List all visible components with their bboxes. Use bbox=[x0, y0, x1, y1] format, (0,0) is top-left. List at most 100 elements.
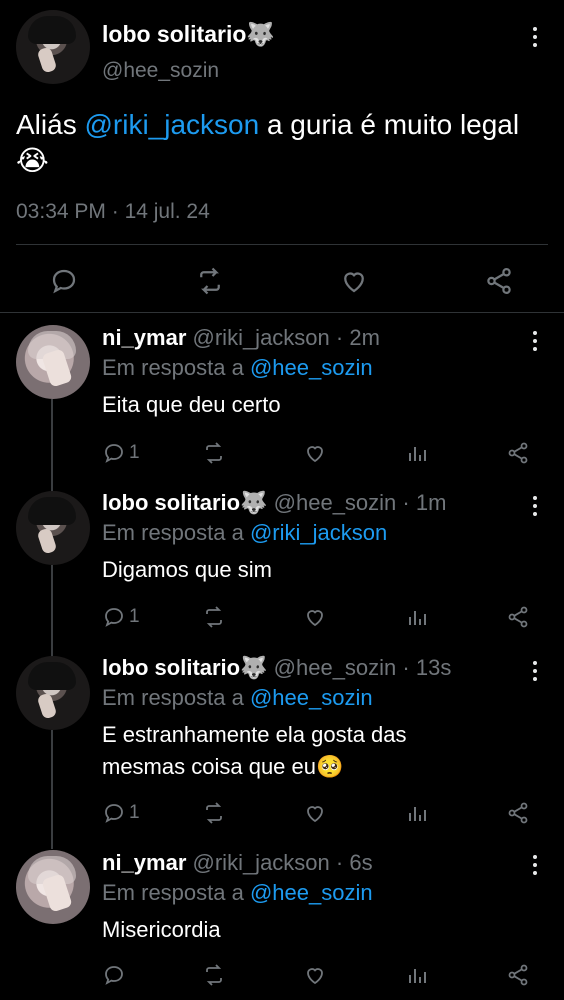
more-options-icon[interactable] bbox=[532, 331, 538, 351]
author-name[interactable]: lobo solitario🐺 bbox=[102, 21, 275, 48]
heart-icon[interactable] bbox=[339, 266, 369, 296]
comment-icon[interactable] bbox=[102, 441, 126, 465]
reply-prefix: Em resposta a bbox=[102, 685, 244, 710]
comment-icon[interactable] bbox=[102, 605, 126, 629]
comment-icon[interactable] bbox=[102, 801, 126, 825]
reply-count: 1 bbox=[129, 606, 140, 627]
retweet-icon[interactable] bbox=[202, 801, 226, 825]
analytics-icon[interactable] bbox=[405, 963, 429, 987]
reply-action-bar bbox=[102, 961, 542, 991]
thread-line bbox=[51, 730, 53, 849]
reply-action-bar: 1 bbox=[102, 799, 542, 829]
thread-line bbox=[51, 565, 53, 657]
reply-to-link[interactable]: @hee_sozin bbox=[250, 880, 373, 905]
reply-prefix: Em resposta a bbox=[102, 355, 244, 380]
comment-icon[interactable] bbox=[102, 963, 126, 987]
reply-avatar[interactable] bbox=[16, 491, 90, 565]
more-options-icon[interactable] bbox=[532, 27, 538, 47]
retweet-icon[interactable] bbox=[194, 266, 226, 296]
reply-author-handle[interactable]: @riki_jackson bbox=[193, 850, 330, 875]
analytics-icon[interactable] bbox=[405, 441, 429, 465]
reply-header: lobo solitario🐺 @hee_sozin · 13s bbox=[102, 655, 451, 681]
reply-author-handle[interactable]: @riki_jackson bbox=[193, 325, 330, 350]
heart-icon[interactable] bbox=[303, 441, 327, 465]
wolf-emoji-icon: 🐺 bbox=[246, 21, 276, 47]
reply-action-bar: 1 bbox=[102, 439, 542, 469]
reply-time: 2m bbox=[349, 325, 380, 350]
avatar-hand-shape bbox=[36, 527, 58, 555]
author-avatar[interactable] bbox=[16, 10, 90, 84]
mention-link[interactable]: @riki_jackson bbox=[84, 109, 259, 140]
share-icon[interactable] bbox=[506, 801, 530, 825]
share-icon[interactable] bbox=[506, 605, 530, 629]
reply-prefix: Em resposta a bbox=[102, 880, 244, 905]
reply-count: 1 bbox=[129, 442, 140, 463]
reply-avatar[interactable] bbox=[16, 656, 90, 730]
more-options-icon[interactable] bbox=[532, 661, 538, 681]
reply-action-bar: 1 bbox=[102, 603, 542, 633]
reply-author-name[interactable]: lobo solitario bbox=[102, 490, 240, 515]
tweet-text-start: Aliás bbox=[16, 109, 85, 140]
avatar-hand-shape bbox=[36, 692, 58, 720]
reply-text: E estranhamente ela gosta das mesmas coi… bbox=[102, 719, 482, 783]
reply-header: ni_ymar @riki_jackson · 6s bbox=[102, 850, 373, 876]
avatar-hair-shape bbox=[28, 497, 76, 525]
retweet-icon[interactable] bbox=[202, 605, 226, 629]
reply-tweet[interactable]: lobo solitario🐺 @hee_sozin · 1m Em respo… bbox=[102, 490, 542, 590]
avatar-hand-shape bbox=[36, 46, 58, 74]
reply-context: Em resposta a @riki_jackson bbox=[102, 520, 387, 546]
reply-context: Em resposta a @hee_sozin bbox=[102, 355, 373, 381]
share-icon[interactable] bbox=[484, 266, 514, 296]
reply-to-link[interactable]: @hee_sozin bbox=[250, 355, 373, 380]
share-icon[interactable] bbox=[506, 963, 530, 987]
reply-author-name[interactable]: ni_ymar bbox=[102, 850, 186, 875]
reply-time: 13s bbox=[415, 655, 452, 680]
separator-dot: · bbox=[329, 325, 350, 350]
reply-to-link[interactable]: @hee_sozin bbox=[250, 685, 373, 710]
tweet-text-end: a guria é muito legal bbox=[259, 109, 520, 140]
reply-text-content: Digamos que sim bbox=[102, 557, 272, 582]
wolf-emoji-icon: 🐺 bbox=[240, 655, 268, 680]
reply-tweet[interactable]: lobo solitario🐺 @hee_sozin · 13s Em resp… bbox=[102, 655, 542, 785]
heart-icon[interactable] bbox=[303, 801, 327, 825]
reply-text: Eita que deu certo bbox=[102, 389, 522, 421]
reply-context: Em resposta a @hee_sozin bbox=[102, 880, 373, 906]
reply-author-handle[interactable]: @hee_sozin bbox=[274, 655, 397, 680]
analytics-icon[interactable] bbox=[405, 801, 429, 825]
comment-icon[interactable] bbox=[49, 266, 79, 296]
reply-text: Misericordia bbox=[102, 914, 522, 946]
reply-avatar[interactable] bbox=[16, 850, 90, 924]
reply-tweet[interactable]: ni_ymar @riki_jackson · 6s Em resposta a… bbox=[102, 850, 542, 950]
author-handle[interactable]: @hee_sozin bbox=[102, 59, 219, 83]
more-options-icon[interactable] bbox=[532, 496, 538, 516]
author-name-text: lobo solitario bbox=[102, 21, 247, 47]
avatar-hair-shape bbox=[28, 16, 76, 44]
reply-to-link[interactable]: @riki_jackson bbox=[250, 520, 387, 545]
heart-icon[interactable] bbox=[303, 963, 327, 987]
reply-count: 1 bbox=[129, 802, 140, 823]
divider bbox=[16, 244, 548, 245]
separator-dot: · bbox=[396, 655, 416, 680]
reply-text-content: E estranhamente ela gosta das mesmas coi… bbox=[102, 722, 407, 779]
analytics-icon[interactable] bbox=[405, 605, 429, 629]
share-icon[interactable] bbox=[506, 441, 530, 465]
reply-header: ni_ymar @riki_jackson · 2m bbox=[102, 325, 380, 351]
divider bbox=[0, 312, 564, 313]
separator-dot: · bbox=[329, 850, 350, 875]
more-options-icon[interactable] bbox=[532, 855, 538, 875]
reply-author-name[interactable]: lobo solitario bbox=[102, 655, 240, 680]
retweet-icon[interactable] bbox=[202, 963, 226, 987]
tweet-timestamp[interactable]: 03:34 PM · 14 jul. 24 bbox=[16, 200, 210, 224]
reply-avatar[interactable] bbox=[16, 325, 90, 399]
reply-header: lobo solitario🐺 @hee_sozin · 1m bbox=[102, 490, 446, 516]
heart-icon[interactable] bbox=[303, 605, 327, 629]
reply-time: 6s bbox=[349, 850, 373, 875]
reply-author-name[interactable]: ni_ymar bbox=[102, 325, 186, 350]
retweet-icon[interactable] bbox=[202, 441, 226, 465]
reply-text-content: Misericordia bbox=[102, 917, 221, 942]
avatar-hair-shape bbox=[28, 662, 76, 690]
reply-author-handle[interactable]: @hee_sozin bbox=[274, 490, 397, 515]
tweet-date: 14 jul. 24 bbox=[124, 200, 210, 223]
reply-tweet[interactable]: ni_ymar @riki_jackson · 2m Em resposta a… bbox=[102, 325, 542, 425]
reply-time: 1m bbox=[415, 490, 447, 515]
